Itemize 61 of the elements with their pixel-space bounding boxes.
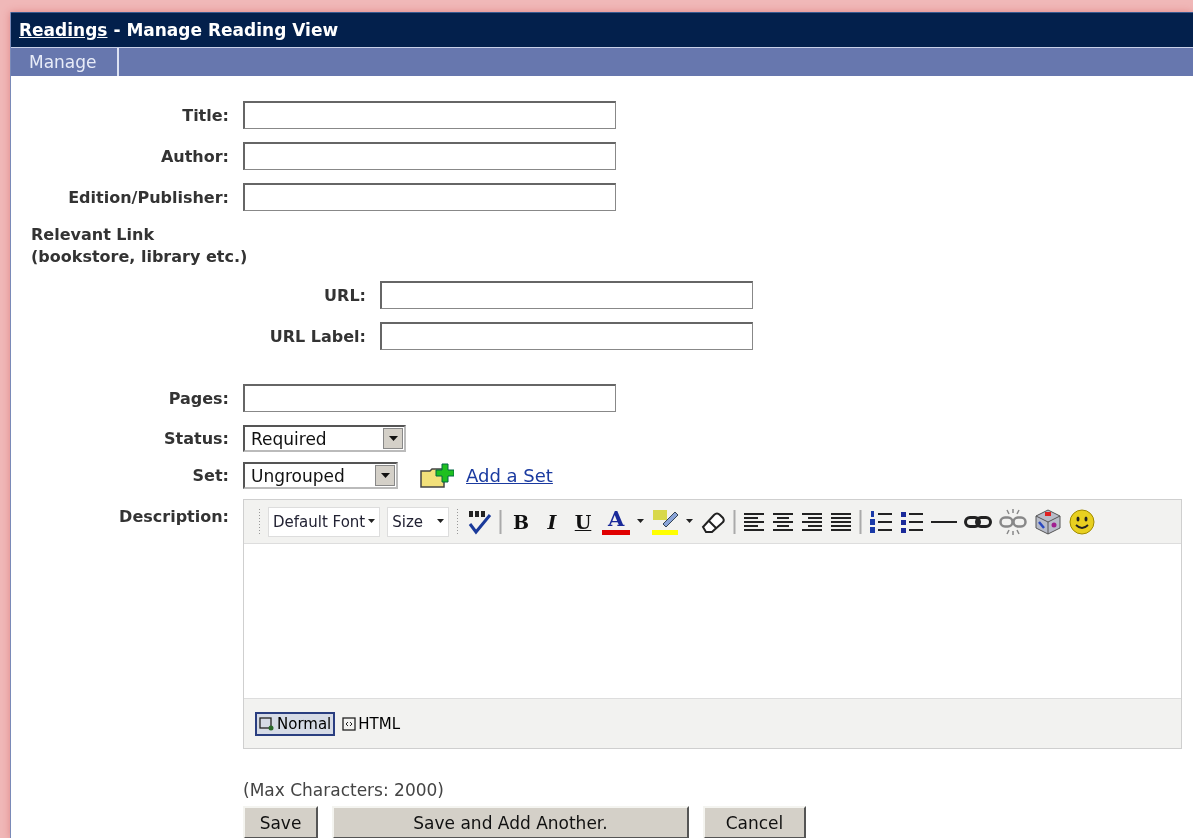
field-label: Status: [163,429,229,448]
save-and-add-button[interactable]: Save and Add Another. [332,806,689,838]
folder-add-icon[interactable] [420,462,454,489]
link-icon[interactable] [964,514,993,529]
align-center-icon[interactable] [772,511,795,532]
toolbar-grip-icon [456,508,460,535]
font-color-button[interactable]: A [602,508,631,535]
dropdown[interactable]: Ungrouped [243,462,398,489]
field-label: URL Label: [268,326,366,346]
smiley-icon[interactable] [1069,508,1096,535]
dropdown-caret-icon[interactable] [637,519,645,524]
unlink-icon[interactable] [999,508,1028,535]
field-label: URL: [323,285,366,305]
field-label: Author: [159,146,229,166]
field-label: Pages: [167,388,229,408]
text-field[interactable] [380,322,753,350]
underline-button[interactable]: U [571,508,596,535]
bullet-list-icon[interactable] [900,509,925,534]
view-mode-tab[interactable]: Normal [255,711,336,736]
justify-icon[interactable] [830,511,853,532]
view-mode-tab[interactable]: HTML [339,711,404,736]
cancel-button[interactable]: Cancel [703,806,806,838]
field-label: Set: [191,466,229,485]
toolbar-separator-icon [733,509,737,534]
text-field[interactable] [243,142,616,170]
italic-button[interactable]: I [540,508,565,535]
size-select[interactable]: Size [387,506,450,537]
toolbar-grip-icon [258,508,261,535]
field-label: Description: [118,506,229,526]
readings-link[interactable]: Readings [19,20,108,40]
bold-button[interactable]: B [509,508,534,535]
dropdown-caret-icon[interactable] [368,519,376,524]
text-field[interactable] [243,384,616,412]
align-left-icon[interactable] [743,511,766,532]
code-view-icon [342,716,357,731]
field-label: Title: [181,105,229,125]
toolbar-separator-icon [499,509,503,534]
page-title: Readings - Manage Reading View [18,19,339,42]
add-set-link[interactable]: Add a Set [466,465,553,486]
dropdown-caret-icon[interactable] [388,435,398,442]
toolbar-separator-icon [859,509,863,534]
highlight-pen-icon[interactable] [651,507,680,536]
dropdown-caret-icon[interactable] [686,519,694,524]
text-field[interactable] [243,183,616,211]
dropdown-caret-icon[interactable] [437,519,445,524]
save-button[interactable]: Save [243,806,318,838]
dropdown[interactable]: Required [243,425,406,452]
section-heading: Relevant Link [31,224,156,246]
dropdown-caret-icon[interactable] [380,472,390,479]
numbered-list-icon[interactable] [869,509,894,534]
align-right-icon[interactable] [801,511,824,532]
font-select[interactable]: Default Font [268,506,381,537]
eraser-icon[interactable] [700,510,727,533]
cube-icon[interactable] [1034,507,1063,536]
text-field[interactable] [243,101,616,129]
text-field[interactable] [380,281,753,309]
section-heading: (bookstore, library etc.) [31,246,249,268]
field-label: Edition/Publisher: [67,187,229,207]
max-characters-note: (Max Characters: 2000) [243,780,445,800]
spellcheck-icon[interactable] [466,508,493,535]
design-view-icon [259,716,275,731]
